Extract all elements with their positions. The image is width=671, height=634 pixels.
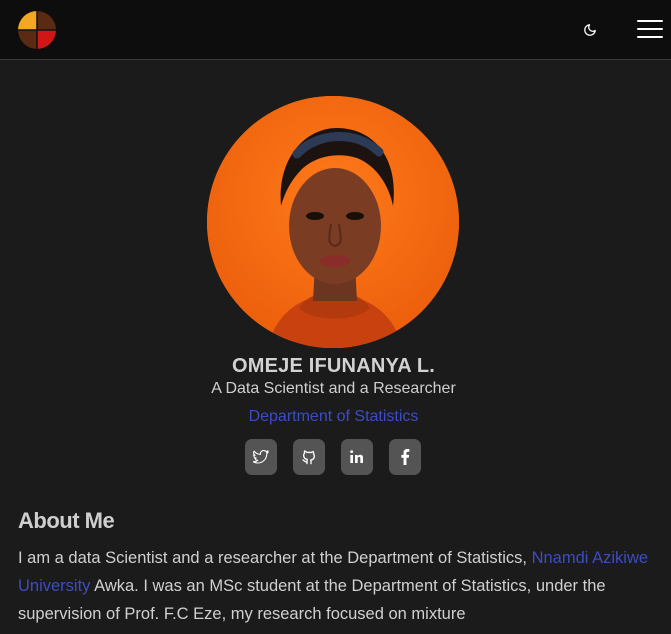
about-text-part: I am a data Scientist and a researcher a… — [18, 549, 532, 567]
twitter-button[interactable] — [245, 439, 277, 475]
linkedin-button[interactable] — [341, 439, 373, 475]
navbar — [0, 0, 671, 60]
portrait-image — [207, 96, 459, 348]
linkedin-icon — [350, 450, 363, 463]
github-icon — [302, 450, 315, 465]
social-links — [245, 439, 421, 475]
hamburger-menu-icon-bar — [637, 28, 663, 30]
about-paragraph: I am a data Scientist and a researcher a… — [18, 544, 658, 628]
github-button[interactable] — [293, 439, 325, 475]
twitter-icon — [253, 450, 269, 464]
facebook-button[interactable] — [389, 439, 421, 475]
department-link[interactable]: Department of Statistics — [0, 408, 667, 426]
theme-toggle-button[interactable] — [580, 20, 600, 40]
profile-avatar — [207, 96, 459, 348]
quartered-circle-logo-icon — [18, 11, 56, 49]
hamburger-menu-icon-bar — [637, 36, 663, 38]
profile-role: A Data Scientist and a Researcher — [211, 380, 456, 397]
site-logo[interactable] — [18, 11, 56, 49]
facebook-icon — [401, 449, 410, 465]
profile-name: OMEJE IFUNANYA L. — [231, 355, 436, 377]
hamburger-menu-icon-bar — [637, 20, 663, 22]
moon-icon — [584, 24, 596, 36]
about-heading: About Me — [18, 508, 115, 533]
hamburger-menu-button[interactable] — [637, 18, 663, 40]
about-text-part: Awka. I was an MSc student at the Depart… — [18, 577, 606, 623]
